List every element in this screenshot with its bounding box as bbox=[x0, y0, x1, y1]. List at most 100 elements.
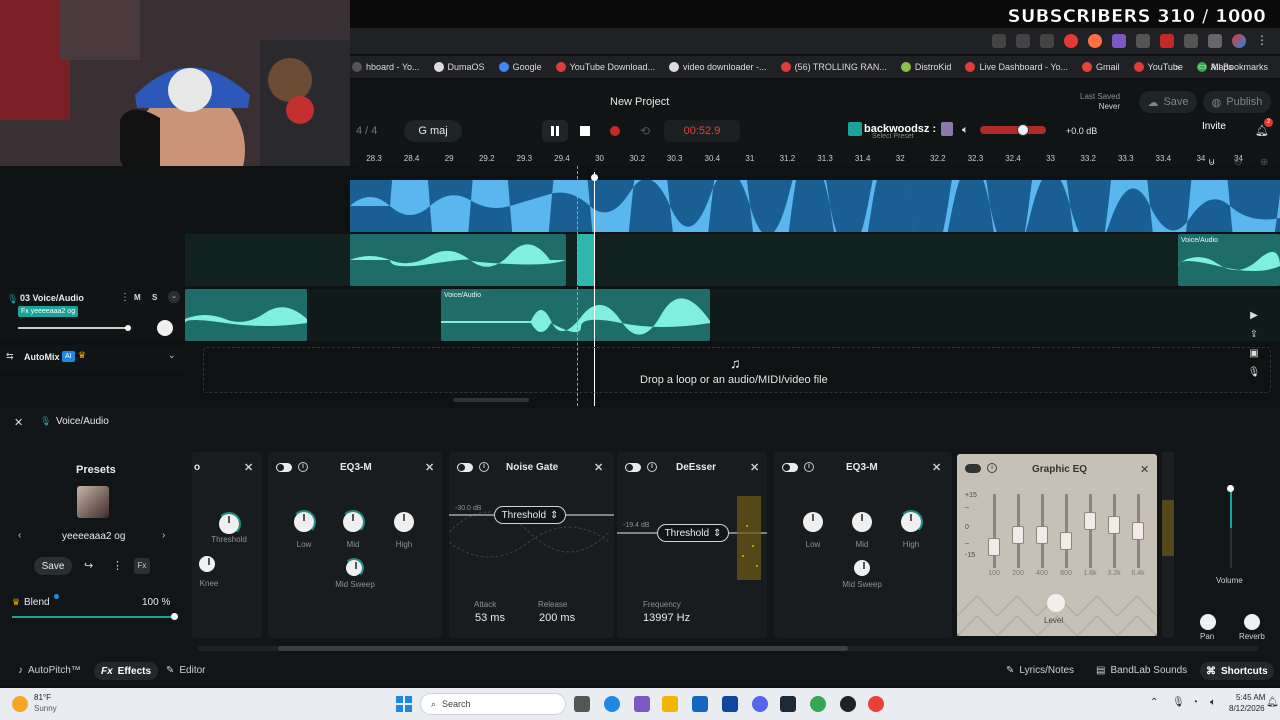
info-icon[interactable]: i bbox=[647, 462, 657, 472]
bandlab-sounds-button[interactable]: ▤ BandLab Sounds bbox=[1096, 665, 1187, 676]
windows-start-icon[interactable] bbox=[396, 696, 412, 712]
tray-chevron-icon[interactable]: ⌃ bbox=[1150, 697, 1158, 708]
profile-avatar[interactable] bbox=[1232, 34, 1246, 48]
low-knob[interactable] bbox=[294, 512, 314, 532]
wifi-icon[interactable]: ◔ bbox=[1192, 697, 1198, 708]
weather-temp[interactable]: 81°F bbox=[34, 693, 51, 702]
share-preset-icon[interactable]: ↪ bbox=[84, 559, 93, 572]
bookmark-item[interactable]: video downloader -... bbox=[669, 62, 767, 72]
fx-toggle[interactable] bbox=[457, 463, 473, 472]
bookmark-item[interactable]: hboard - Yo... bbox=[352, 62, 420, 72]
timeline-ruler[interactable]: 28.3 28.4 29 29.2 29.3 29.4 30 30.2 30.3 30.4 31 31… bbox=[350, 152, 1280, 166]
file-explorer-icon[interactable] bbox=[662, 696, 678, 712]
editor-tab[interactable]: ✎ Editor bbox=[166, 665, 206, 676]
track-fx-badge[interactable]: Fx yeeeeaaa2 og bbox=[18, 306, 79, 317]
geq-band-handle[interactable] bbox=[1012, 526, 1024, 544]
track-volume-slider[interactable] bbox=[18, 327, 128, 329]
save-project-button[interactable]: ☁ Save bbox=[1139, 91, 1197, 113]
fx-toggle[interactable] bbox=[625, 463, 641, 472]
attack-value[interactable]: 53 ms bbox=[475, 612, 505, 624]
store-icon[interactable] bbox=[722, 696, 738, 712]
track-3-clip-b[interactable]: Voice/Audio bbox=[441, 289, 710, 341]
extension-record-icon[interactable] bbox=[1160, 34, 1174, 48]
track-2-clip-a[interactable] bbox=[350, 234, 566, 286]
geq-band-handle[interactable] bbox=[1108, 516, 1120, 534]
geq-band-handle[interactable] bbox=[1036, 526, 1048, 544]
geq-band-slider[interactable] bbox=[993, 494, 996, 568]
reverb-knob[interactable] bbox=[1244, 614, 1260, 630]
mid-sweep-knob[interactable] bbox=[854, 560, 870, 576]
close-icon[interactable]: ✕ bbox=[594, 461, 603, 474]
info-icon[interactable]: i bbox=[987, 463, 997, 473]
mic-tray-icon[interactable]: 🎙︎ bbox=[1172, 697, 1185, 708]
chat-icon[interactable]: ▣ bbox=[1249, 348, 1258, 359]
track-volume-knob[interactable] bbox=[125, 325, 131, 331]
track-2-clip-b[interactable]: Voice/Audio bbox=[1178, 234, 1280, 286]
effects-scrollbar-thumb[interactable] bbox=[278, 646, 848, 651]
close-icon[interactable]: ✕ bbox=[1140, 463, 1149, 476]
all-bookmarks-button[interactable]: » ▭ All Bookmarks bbox=[1175, 61, 1268, 72]
edge-icon[interactable] bbox=[604, 696, 620, 712]
mid-knob[interactable] bbox=[343, 512, 363, 532]
low-knob[interactable] bbox=[803, 512, 823, 532]
mid-knob[interactable] bbox=[852, 512, 872, 532]
project-title[interactable]: New Project bbox=[610, 96, 669, 108]
info-icon[interactable]: i bbox=[804, 462, 814, 472]
track-pan-knob[interactable] bbox=[157, 320, 173, 336]
deesser-threshold-pill[interactable]: Threshold ⇕ bbox=[657, 524, 729, 542]
geq-band-handle[interactable] bbox=[988, 538, 1000, 556]
gate-threshold-pill[interactable]: Threshold ⇕ bbox=[494, 506, 566, 524]
time-signature[interactable]: 4 / 4 bbox=[356, 125, 377, 137]
blend-slider-knob[interactable] bbox=[171, 613, 178, 620]
stop-button[interactable] bbox=[572, 120, 598, 142]
invite-button[interactable]: Invite bbox=[1202, 121, 1226, 132]
timeline-scrollbar[interactable] bbox=[453, 398, 529, 402]
close-icon[interactable]: ✕ bbox=[244, 461, 253, 474]
mid-sweep-knob[interactable] bbox=[346, 560, 362, 576]
close-icon[interactable]: ✕ bbox=[425, 461, 434, 474]
track-3-name[interactable]: 03 Voice/Audio bbox=[20, 293, 84, 303]
geq-band-slider[interactable] bbox=[1089, 494, 1092, 568]
release-value[interactable]: 200 ms bbox=[539, 612, 575, 624]
shortcuts-button[interactable]: ⌘ Shortcuts bbox=[1200, 662, 1274, 680]
publish-button[interactable]: ◍ Publish bbox=[1203, 91, 1271, 113]
volume-tray-icon[interactable]: 🔈︎ bbox=[1210, 697, 1216, 708]
chrome-profile-icon[interactable] bbox=[868, 696, 884, 712]
blend-slider[interactable] bbox=[12, 616, 175, 618]
outlook-icon[interactable] bbox=[692, 696, 708, 712]
record-button[interactable] bbox=[602, 120, 628, 142]
output-volume-knob[interactable] bbox=[1227, 485, 1234, 492]
taskbar-search[interactable]: ⌕ Search bbox=[420, 693, 566, 715]
sidebar-icon[interactable] bbox=[1208, 34, 1222, 48]
track-1-clip[interactable] bbox=[350, 180, 1280, 232]
mic-small-icon[interactable]: 🎙︎ bbox=[1248, 367, 1261, 378]
extension-red-icon[interactable] bbox=[1064, 34, 1078, 48]
extension-orange-icon[interactable] bbox=[1088, 34, 1102, 48]
frequency-value[interactable]: 13997 Hz bbox=[643, 612, 690, 624]
knee-knob[interactable] bbox=[199, 556, 215, 572]
track-2-lane[interactable]: Voice/Audio bbox=[185, 234, 1280, 286]
copilot-icon[interactable] bbox=[634, 696, 650, 712]
fx-bypass-icon[interactable]: Fx bbox=[134, 558, 150, 574]
bookmark-item[interactable]: Gmail bbox=[1082, 62, 1120, 72]
chevron-right-icon[interactable]: › bbox=[162, 530, 165, 541]
high-knob[interactable] bbox=[901, 512, 921, 532]
close-icon[interactable]: ✕ bbox=[750, 461, 759, 474]
automix-row[interactable]: ⇆ AutoMix AI ♛ ⌄ bbox=[0, 346, 185, 370]
save-preset-button[interactable]: Save bbox=[34, 557, 72, 575]
effects-tab[interactable]: Fx Effects bbox=[94, 662, 159, 680]
star-icon[interactable] bbox=[1040, 34, 1054, 48]
fx-toggle[interactable] bbox=[965, 464, 981, 473]
tab-search-icon[interactable] bbox=[992, 34, 1006, 48]
geq-band-handle[interactable] bbox=[1060, 532, 1072, 550]
clock-time[interactable]: 5:45 AM bbox=[1236, 693, 1265, 702]
threshold-knob[interactable] bbox=[219, 514, 239, 534]
close-icon[interactable]: ✕ bbox=[932, 461, 941, 474]
pause-button[interactable] bbox=[542, 120, 568, 142]
track-2-selected-clip[interactable] bbox=[577, 234, 595, 286]
install-icon[interactable] bbox=[1016, 34, 1030, 48]
bookmark-item[interactable]: Google bbox=[498, 62, 542, 72]
info-icon[interactable]: i bbox=[479, 462, 489, 472]
bookmark-item[interactable]: DumaOS bbox=[433, 62, 485, 72]
preset-selector[interactable]: ‹ yeeeeaaa2 og › bbox=[10, 528, 182, 546]
